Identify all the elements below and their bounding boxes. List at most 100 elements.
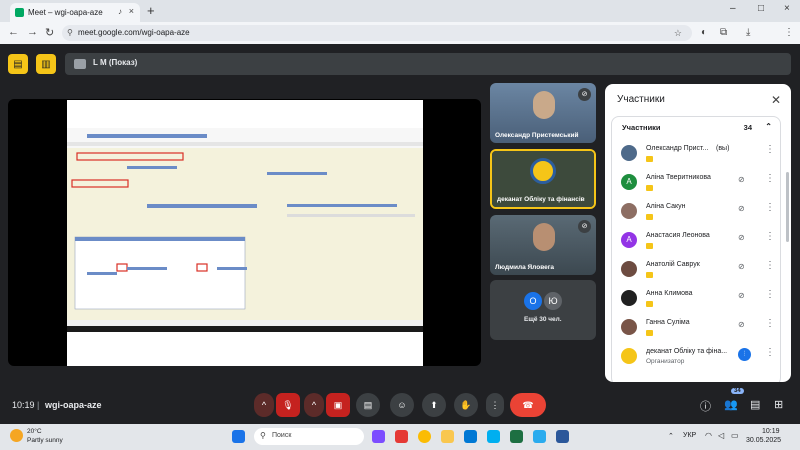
participant-row[interactable]: Аліна Сакун ⊘ ⋮ <box>612 199 782 228</box>
more-options-icon[interactable]: ⋮ <box>765 347 775 358</box>
participant-row[interactable]: Анатолій Саврук ⊘ ⋮ <box>612 257 782 286</box>
more-options-icon[interactable]: ⋮ <box>765 289 775 300</box>
more-options-icon[interactable]: ⋮ <box>765 202 775 213</box>
language-indicator[interactable]: УКР <box>683 432 696 439</box>
present-button[interactable]: ⬆ <box>422 393 446 417</box>
participants-section-header[interactable]: Участники 34 ⌃ <box>622 122 772 132</box>
taskbar-search[interactable]: ⚲ Поиск <box>254 428 364 445</box>
volume-icon[interactable]: ◁ <box>718 431 724 440</box>
close-icon[interactable]: ✕ <box>771 93 781 107</box>
more-options-icon[interactable]: ⋮ <box>765 260 775 271</box>
minimize-button[interactable]: – <box>730 3 736 14</box>
word-icon[interactable] <box>556 430 569 443</box>
faculty-logo <box>530 158 556 184</box>
new-tab-button[interactable]: + <box>147 3 155 18</box>
download-icon[interactable]: ⤓ <box>746 27 750 38</box>
file-explorer-icon[interactable] <box>441 430 454 443</box>
participant-tile[interactable]: деканат Обліку та фінансів <box>490 149 596 209</box>
more-options-icon[interactable]: ⋮ <box>765 231 775 242</box>
captions-button[interactable]: ▤ <box>356 393 380 417</box>
presenter-label: L M (Показ) <box>93 58 138 67</box>
info-icon[interactable]: ⓘ <box>700 398 711 414</box>
participant-row[interactable]: деканат Обліку та фіна... Организатор ⫶ ⋮ <box>612 344 782 373</box>
leave-call-button[interactable]: ☎ <box>510 393 546 417</box>
tile-name: деканат Обліку та фінансів <box>497 196 585 203</box>
weather-icon[interactable] <box>10 429 23 442</box>
more-options-icon[interactable]: ⋮ <box>765 144 775 155</box>
raise-hand-button[interactable]: ✋ <box>454 393 478 417</box>
tile-name: Олександр Пристемський <box>495 132 579 139</box>
participant-row[interactable]: Ганна Суліма ⊘ ⋮ <box>612 315 782 344</box>
emoji-button[interactable]: ☺ <box>390 393 414 417</box>
tray-chevron-icon[interactable]: ⌃ <box>668 432 674 440</box>
reload-icon[interactable]: ↻ <box>45 26 54 39</box>
presenter-tag-icon <box>646 156 653 162</box>
mic-muted-icon[interactable]: ⊘ <box>738 291 745 300</box>
mic-muted-icon[interactable]: ⊘ <box>738 175 745 184</box>
stop-presenting-icon[interactable]: ▤ <box>8 54 28 74</box>
participant-tile[interactable]: ⊘ Людмила Яловега <box>490 215 596 275</box>
windows-start-icon[interactable] <box>232 430 245 443</box>
mic-off-button[interactable]: 🎙 <box>276 393 300 417</box>
presenter-tag-icon <box>646 185 653 191</box>
more-options-icon[interactable]: ⋮ <box>765 318 775 329</box>
meeting-time: 10:19 <box>12 400 35 410</box>
presenter-tag-icon <box>646 214 653 220</box>
app-icon[interactable] <box>395 430 408 443</box>
tab-mute-icon[interactable]: ♪ <box>118 7 122 16</box>
activities-icon[interactable]: ⊞ <box>774 398 783 411</box>
more-participants-tile[interactable]: О Ю Ещё 30 чел. <box>490 280 596 340</box>
camera-off-button[interactable]: ▣ <box>326 393 350 417</box>
layout-icon[interactable]: ▥ <box>36 54 56 74</box>
url-text: meet.google.com/wgi-oapa-aze <box>78 28 190 37</box>
menu-dots-icon[interactable]: ⋮ <box>784 27 794 38</box>
participant-row[interactable]: A Анастасия Леонова ⊘ ⋮ <box>612 228 782 257</box>
skype-icon[interactable] <box>487 430 500 443</box>
clock-date[interactable]: 30.05.2025 <box>746 437 781 444</box>
presenter-tag-icon <box>646 330 653 336</box>
participant-tile[interactable]: ⊘ Олександр Пристемський <box>490 83 596 143</box>
back-icon[interactable]: ← <box>8 26 19 38</box>
mic-muted-icon[interactable]: ⊘ <box>738 262 745 271</box>
clock-time[interactable]: 10:19 <box>762 428 780 435</box>
participant-row[interactable]: Олександр Прист... (вы) ⋮ <box>612 141 782 170</box>
mic-muted-icon[interactable]: ⊘ <box>738 320 745 329</box>
maximize-button[interactable]: □ <box>758 3 764 14</box>
telegram-icon[interactable] <box>533 430 546 443</box>
meet-favicon-icon <box>15 8 24 17</box>
camera-options-icon[interactable]: ^ <box>304 393 324 417</box>
close-window-button[interactable]: × <box>784 3 790 14</box>
chevron-up-icon[interactable]: ⌃ <box>765 122 772 131</box>
participant-row[interactable]: Анна Климова ⊘ ⋮ <box>612 286 782 315</box>
tab-close-icon[interactable]: × <box>129 6 134 16</box>
address-bar[interactable]: ⚲ meet.google.com/wgi-oapa-aze ☆ <box>62 25 692 41</box>
mic-muted-icon: ⊘ <box>578 220 591 233</box>
presenter-tag-icon <box>646 272 653 278</box>
more-options-icon[interactable]: ⋮ <box>486 393 504 417</box>
bookmark-star-icon[interactable]: ☆ <box>674 25 682 41</box>
excel-icon[interactable] <box>510 430 523 443</box>
browser-tab[interactable]: Meet – wgi-oapa-aze ♪ × <box>10 3 140 22</box>
participant-name: деканат Обліку та фіна... <box>646 348 728 355</box>
mic-muted-icon[interactable]: ⊘ <box>738 233 745 242</box>
participant-suffix: (вы) <box>716 145 730 152</box>
extension-icon[interactable]: ◐ <box>701 27 707 38</box>
mic-options-icon[interactable]: ^ <box>254 393 274 417</box>
section-label: Участники <box>622 123 661 132</box>
avatar <box>621 319 637 335</box>
puzzle-icon[interactable]: ⧉ <box>720 27 727 38</box>
more-options-icon[interactable]: ⋮ <box>765 173 775 184</box>
chat-icon[interactable]: ▤ <box>750 398 760 411</box>
site-info-icon[interactable]: ⚲ <box>67 25 73 41</box>
wifi-icon[interactable]: ◠ <box>705 431 712 440</box>
chrome-icon[interactable] <box>418 430 431 443</box>
scrollbar[interactable] <box>786 172 789 242</box>
copilot-icon[interactable] <box>372 430 385 443</box>
forward-icon[interactable]: → <box>27 26 38 38</box>
participant-row[interactable]: A Аліна Тверитникова ⊘ ⋮ <box>612 170 782 199</box>
battery-icon[interactable]: ▭ <box>731 431 739 440</box>
people-icon[interactable]: 👥 <box>724 398 738 411</box>
mic-muted-icon[interactable]: ⊘ <box>738 204 745 213</box>
store-icon[interactable] <box>464 430 477 443</box>
tab-title: Meet – wgi-oapa-aze <box>28 8 103 17</box>
